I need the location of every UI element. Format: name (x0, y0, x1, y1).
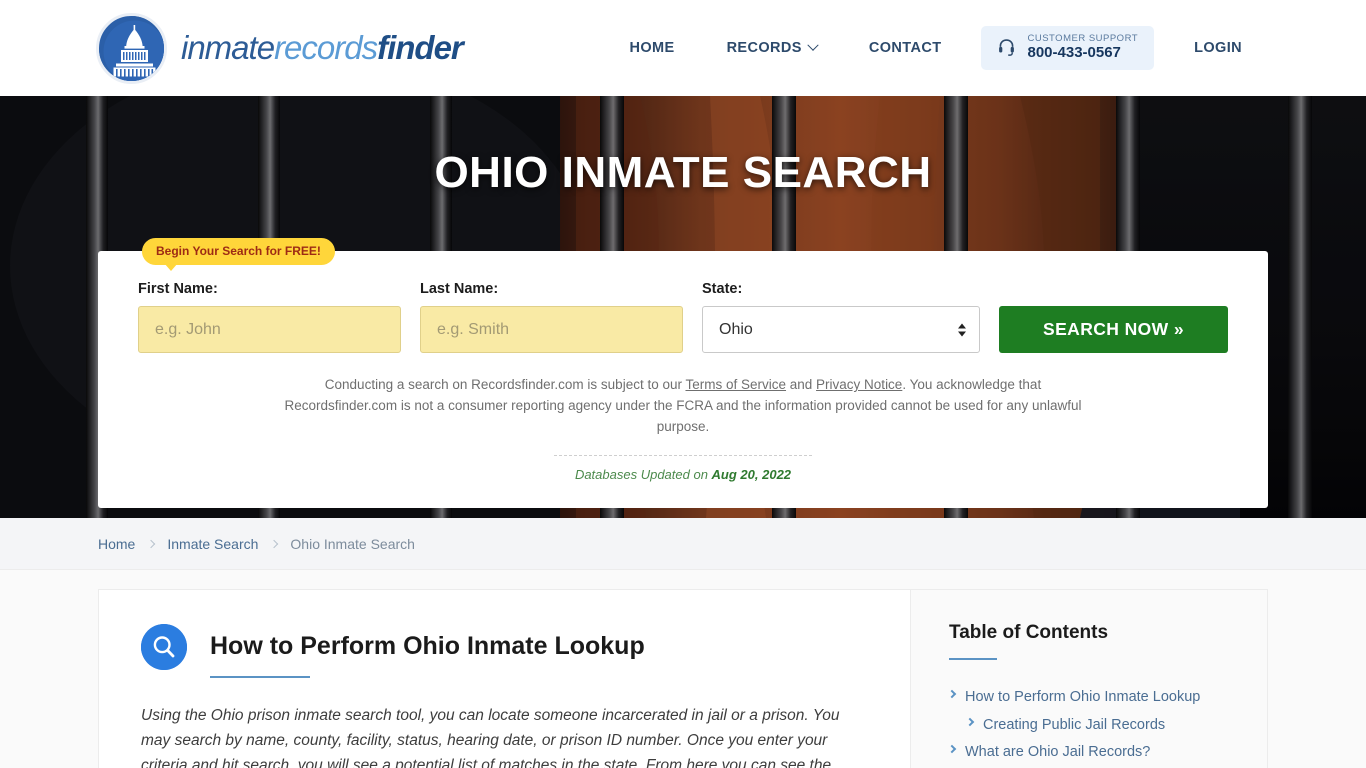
support-label: CUSTOMER SUPPORT (1027, 32, 1139, 44)
chevron-right-icon (147, 539, 156, 548)
submit-group: SEARCH NOW » (999, 306, 1228, 353)
updated-date: Aug 20, 2022 (711, 466, 792, 482)
first-name-input[interactable] (138, 306, 401, 353)
table-of-contents: Table of Contents How to Perform Ohio In… (910, 589, 1268, 768)
toc-item-2[interactable]: What are Ohio Jail Records? (947, 739, 1235, 767)
inmate-search-form: Begin Your Search for FREE! First Name: … (98, 238, 1268, 508)
customer-support-block[interactable]: CUSTOMER SUPPORT 800-433-0567 (981, 25, 1155, 71)
last-name-input[interactable] (420, 306, 683, 353)
main-navigation: HOME RECORDS CONTACT CUSTOMER SUPPORT 80… (603, 25, 1268, 71)
toc-item-label: What are Ohio Jail Records? (965, 744, 1151, 761)
nav-label: LOGIN (1194, 40, 1242, 56)
magnifier-icon (141, 624, 187, 670)
capitol-dome-icon (96, 12, 167, 84)
toc-item-label: How to Perform Ohio Inmate Lookup (965, 689, 1201, 705)
last-name-field-group: Last Name: (420, 281, 683, 353)
chevron-right-icon (947, 689, 957, 699)
headset-icon (997, 38, 1016, 57)
article-card: How to Perform Ohio Inmate Lookup Using … (98, 589, 910, 768)
state-select[interactable]: Ohio (702, 306, 980, 353)
breadcrumb-item-home[interactable]: Home (98, 536, 135, 552)
chevron-right-icon (947, 744, 957, 754)
brand-logo[interactable]: inmaterecordsfinder (96, 12, 464, 84)
hero-section: OHIO INMATE SEARCH Begin Your Search for… (0, 96, 1366, 518)
brand-part-3: finder (377, 29, 464, 66)
disclaimer-divider (554, 454, 812, 456)
state-label: State: (702, 281, 743, 297)
toc-heading: Table of Contents (949, 622, 1109, 643)
nav-label: CONTACT (868, 40, 942, 56)
nav-item-contact[interactable]: CONTACT (843, 40, 968, 56)
search-disclaimer: Conducting a search on Recordsfinder.com… (268, 375, 1098, 438)
nav-item-login[interactable]: LOGIN (1168, 40, 1268, 56)
chevron-down-icon (807, 39, 819, 51)
chevron-right-icon (965, 717, 975, 726)
disclaimer-text-1: Conducting a search on Recordsfinder.com… (324, 377, 686, 392)
brand-part-1: inmate (181, 29, 275, 66)
updated-prefix: Databases Updated on (574, 466, 712, 482)
support-phone[interactable]: 800-433-0567 (1027, 44, 1138, 62)
site-header: inmaterecordsfinder HOME RECORDS CONTACT… (0, 0, 1366, 96)
toc-underline (949, 658, 997, 660)
state-field-group: State: Ohio (702, 281, 980, 353)
toc-item-label: Creating Public Jail Records (983, 716, 1166, 733)
article-header: How to Perform Ohio Inmate Lookup (141, 624, 868, 678)
chevron-right-icon (270, 539, 279, 548)
article-paragraph: Using the Ohio prison inmate search tool… (141, 707, 840, 768)
breadcrumb-item-inmate-search[interactable]: Inmate Search (167, 536, 258, 552)
privacy-notice-link[interactable]: Privacy Notice (816, 377, 902, 392)
database-updated-note: Databases Updated on Aug 20, 2022 (138, 467, 1228, 482)
search-now-button[interactable]: SEARCH NOW » (999, 306, 1228, 353)
free-search-badge: Begin Your Search for FREE! (142, 238, 335, 271)
terms-of-service-link[interactable]: Terms of Service (685, 377, 786, 392)
page-body: How to Perform Ohio Inmate Lookup Using … (0, 570, 1366, 768)
disclaimer-text-2: and (786, 377, 817, 392)
brand-wordmark: inmaterecordsfinder (181, 29, 464, 67)
form-fields-row: First Name: Last Name: State: Ohio SEARC… (138, 281, 1228, 353)
toc-item-0[interactable]: How to Perform Ohio Inmate Lookup (947, 684, 1235, 712)
nav-label: HOME (629, 40, 675, 56)
nav-label: RECORDS (726, 40, 802, 56)
first-name-label: First Name: (138, 281, 218, 297)
first-name-field-group: First Name: (138, 281, 401, 353)
article-heading: How to Perform Ohio Inmate Lookup (210, 632, 645, 660)
breadcrumb: Home Inmate Search Ohio Inmate Search (0, 518, 1366, 570)
heading-underline (210, 676, 310, 678)
toc-item-1[interactable]: Creating Public Jail Records (949, 712, 1235, 740)
nav-item-home[interactable]: HOME (603, 40, 700, 56)
page-title: OHIO INMATE SEARCH (434, 148, 932, 197)
last-name-label: Last Name: (420, 281, 499, 297)
brand-part-2: records (274, 29, 378, 66)
breadcrumb-item-current: Ohio Inmate Search (290, 535, 415, 552)
nav-item-records[interactable]: RECORDS (701, 39, 843, 56)
